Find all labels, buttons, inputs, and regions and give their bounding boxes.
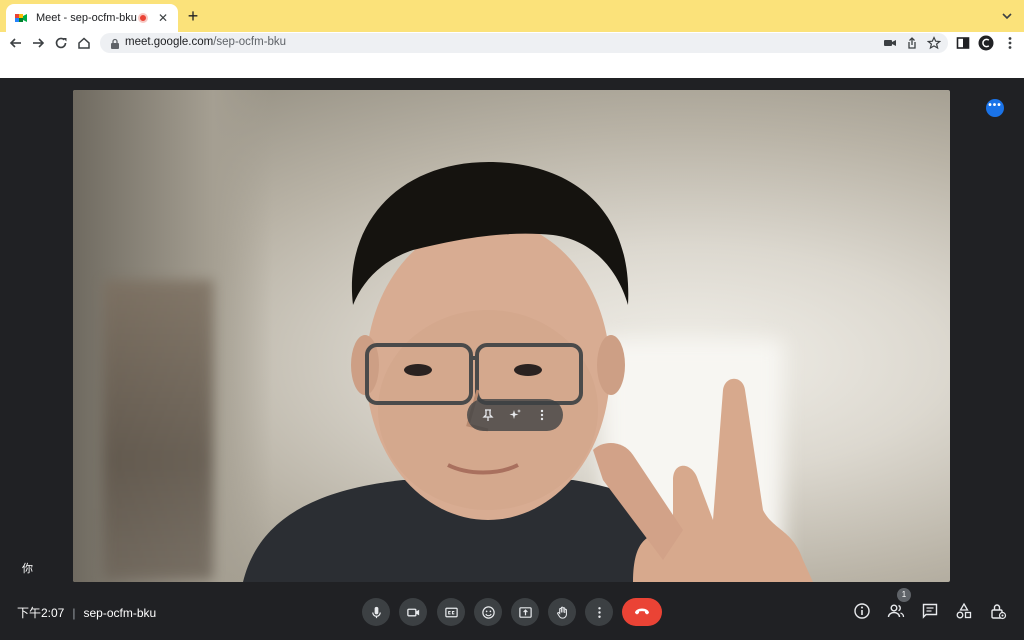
more-vertical-icon — [597, 606, 601, 618]
forward-arrow-icon[interactable] — [30, 35, 46, 51]
share-icon[interactable] — [905, 36, 919, 50]
leave-call-button[interactable] — [622, 598, 662, 626]
browser-tab-meet[interactable]: Meet - sep-ocfm-bku ✕ — [6, 4, 178, 32]
closed-captions-icon — [444, 607, 458, 617]
tab-close-icon[interactable]: ✕ — [156, 11, 170, 25]
lock-icon[interactable] — [110, 38, 120, 49]
self-name-label: 你 — [22, 563, 33, 575]
pin-icon[interactable] — [481, 408, 495, 422]
captions-button[interactable] — [437, 598, 465, 626]
browser-menu-icon[interactable] — [1002, 35, 1018, 51]
reload-icon[interactable] — [53, 35, 69, 51]
present-screen-icon — [518, 606, 532, 618]
meeting-info: 下午2:07 | sep-ocfm-bku — [17, 604, 156, 621]
sparkle-effects-icon[interactable] — [508, 408, 522, 422]
address-bar[interactable]: meet.google.com/sep-ocfm-bku — [100, 33, 948, 53]
url-text[interactable]: meet.google.com/sep-ocfm-bku — [125, 36, 286, 48]
microphone-button[interactable] — [362, 598, 390, 626]
bookmark-star-icon[interactable] — [927, 36, 941, 50]
reactions-button[interactable] — [474, 598, 502, 626]
raise-hand-button[interactable] — [548, 598, 576, 626]
tile-options-pill — [467, 399, 563, 431]
google-meet-icon — [15, 14, 27, 22]
meeting-stage — [0, 78, 1024, 584]
browser-tabstrip: Meet - sep-ocfm-bku ✕ + — [0, 0, 1024, 32]
meeting-time: 下午2:07 — [17, 606, 65, 620]
browser-toolbar: meet.google.com/sep-ocfm-bku — [0, 32, 1024, 54]
participant-count-badge: 1 — [897, 588, 911, 602]
camera-icon — [406, 608, 419, 616]
self-video-tile[interactable] — [73, 90, 950, 582]
side-panel-icon[interactable] — [955, 35, 971, 51]
meeting-details-icon[interactable] — [853, 602, 871, 620]
present-screen-button[interactable] — [511, 598, 539, 626]
hang-up-phone-icon — [635, 608, 649, 615]
recording-indicator-icon — [138, 13, 148, 23]
raise-hand-icon — [556, 606, 567, 619]
activities-icon[interactable] — [955, 602, 973, 620]
camera-button[interactable] — [399, 598, 427, 626]
meeting-code: sep-ocfm-bku — [83, 606, 157, 620]
chevron-down-icon[interactable] — [1000, 9, 1014, 23]
new-tab-button[interactable]: + — [184, 6, 202, 26]
emoji-icon — [481, 605, 495, 619]
page-top-spacer — [0, 54, 1024, 78]
people-icon[interactable] — [887, 602, 905, 620]
host-controls-lock-icon[interactable] — [989, 602, 1007, 620]
profile-avatar-icon[interactable] — [978, 35, 994, 51]
camera-in-use-icon[interactable] — [883, 36, 897, 50]
more-participants-bubble[interactable]: ••• — [986, 99, 1004, 117]
tab-title: Meet - sep-ocfm-bku — [36, 12, 137, 24]
tile-more-options-icon[interactable] — [535, 408, 549, 422]
back-arrow-icon[interactable] — [8, 35, 24, 51]
microphone-icon — [371, 606, 381, 618]
more-options-button[interactable] — [585, 598, 613, 626]
meeting-control-bar: 下午2:07 | sep-ocfm-bku — [0, 584, 1024, 640]
info-divider: | — [72, 606, 76, 620]
participant-video-image — [243, 161, 813, 582]
chat-icon[interactable] — [921, 602, 939, 620]
home-icon[interactable] — [76, 35, 92, 51]
